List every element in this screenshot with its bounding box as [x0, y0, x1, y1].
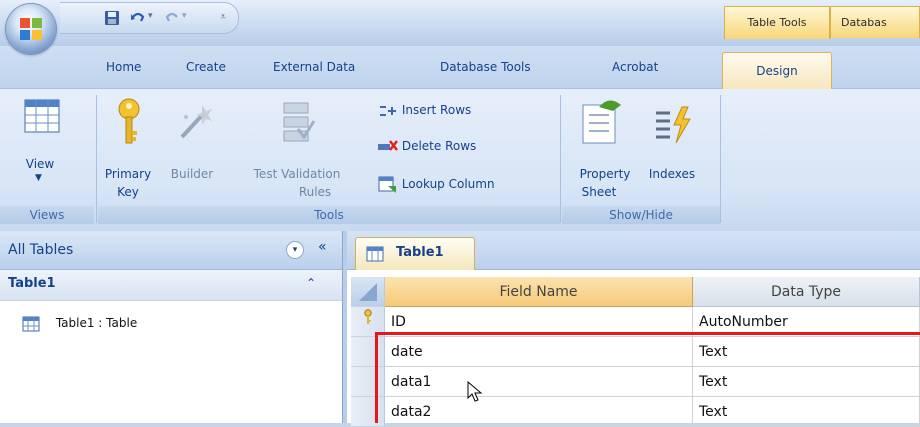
nav-group-title: Table1 [8, 276, 56, 291]
indexes-label: Indexes [648, 167, 696, 181]
delete-rows-label: Delete Rows [401, 139, 477, 153]
builder-button[interactable]: Builder [162, 95, 222, 201]
ribbon-tab-row: Home Create External Data Database Tools… [0, 46, 920, 89]
property-sheet-label-2: Sheet [581, 185, 617, 199]
view-button[interactable]: View ▼ [8, 95, 88, 201]
collapse-group-icon[interactable]: ⌃ [306, 276, 316, 290]
undo-dropdown-icon[interactable]: ▾ [148, 11, 153, 21]
navigation-pane: All Tables ▾ « Table1 ⌃ Table1 : Table [0, 231, 343, 423]
primary-key-label-1: Primary [104, 167, 152, 181]
primary-key-button[interactable]: Primary Key [100, 95, 156, 201]
document-area: Table1 Field Name Data Type ID AutoNumbe… [347, 231, 920, 427]
key-icon [118, 98, 140, 144]
column-header-data-type[interactable]: Data Type [693, 277, 920, 307]
context-tab-database: Databas [830, 6, 920, 38]
group-label-show-hide: Show/Hide [562, 206, 720, 224]
builder-wand-icon [180, 105, 212, 139]
lookup-column-icon [378, 176, 396, 193]
group-separator [720, 95, 721, 223]
office-button[interactable] [6, 4, 56, 54]
insert-rows-button[interactable]: Insert Rows [378, 99, 471, 121]
insert-rows-icon [380, 105, 396, 116]
lookup-column-label: Lookup Column [401, 177, 495, 191]
test-validation-label-1: Test Validation [253, 167, 341, 181]
datasheet-view-icon [24, 99, 60, 133]
context-tab-table-tools: Table Tools [724, 6, 830, 39]
nav-item-table1[interactable]: Table1 : Table [22, 311, 137, 335]
test-validation-rules-button[interactable]: Test Validation Rules [232, 95, 362, 201]
property-sheet-icon [582, 100, 621, 144]
group-label-views: Views [0, 206, 94, 224]
customize-qat-icon[interactable]: ⩡ [220, 10, 226, 24]
nav-pane-title: All Tables [8, 242, 74, 258]
quick-access-toolbar: ▾ ▾ ⩡ [60, 2, 239, 34]
group-separator [96, 95, 97, 223]
ribbon: View ▼ Views Primary Key Builder Test Va… [0, 88, 920, 232]
tab-design[interactable]: Design [722, 52, 832, 89]
group-separator [560, 95, 561, 223]
nav-item-label: Table1 : Table [55, 316, 138, 330]
view-label: View [25, 157, 55, 171]
shutter-bar-close-icon[interactable]: « [318, 239, 327, 255]
nav-group-header[interactable]: Table1 ⌃ [0, 270, 342, 301]
tab-external-data[interactable]: External Data [273, 60, 355, 80]
title-bar: ▾ ▾ ⩡ Table Tools Databas [0, 0, 920, 54]
highlight-box [375, 332, 920, 423]
test-validation-label-2: Rules [298, 185, 332, 199]
primary-key-label-2: Key [117, 185, 139, 199]
office-logo-icon [20, 18, 42, 40]
lookup-column-button[interactable]: Lookup Column [378, 173, 495, 195]
tab-create[interactable]: Create [186, 60, 226, 80]
delete-rows-icon [378, 139, 398, 151]
table-icon [22, 316, 40, 331]
document-tab-label: Table1 [396, 245, 444, 260]
nav-pane-header[interactable]: All Tables ▾ « [0, 231, 342, 270]
tab-database-tools[interactable]: Database Tools [440, 60, 531, 80]
redo-dropdown-icon[interactable]: ▾ [182, 11, 187, 21]
document-tab-strip: Table1 [347, 231, 920, 270]
property-sheet-button[interactable]: Property Sheet [565, 95, 637, 201]
table-icon [366, 246, 384, 262]
save-icon[interactable] [104, 10, 120, 26]
primary-key-icon [364, 309, 372, 324]
view-dropdown-icon: ▼ [35, 173, 42, 183]
redo-icon[interactable] [164, 10, 180, 26]
document-tab-table1[interactable]: Table1 [355, 237, 475, 270]
group-label-tools: Tools [98, 206, 560, 224]
undo-icon[interactable] [130, 10, 146, 26]
tab-home[interactable]: Home [106, 60, 141, 80]
tab-acrobat[interactable]: Acrobat [612, 60, 658, 80]
corner-triangle-icon [359, 283, 377, 301]
mouse-cursor-icon [467, 381, 483, 402]
nav-pane-menu-icon[interactable]: ▾ [286, 241, 304, 259]
builder-label: Builder [170, 167, 214, 181]
indexes-icon [656, 106, 691, 144]
select-all-corner[interactable] [351, 277, 385, 307]
delete-rows-button[interactable]: Delete Rows [378, 135, 476, 157]
column-header-field-name[interactable]: Field Name [385, 277, 693, 307]
insert-rows-label: Insert Rows [401, 103, 472, 117]
validation-rules-icon [283, 102, 316, 142]
indexes-button[interactable]: Indexes [640, 95, 710, 201]
